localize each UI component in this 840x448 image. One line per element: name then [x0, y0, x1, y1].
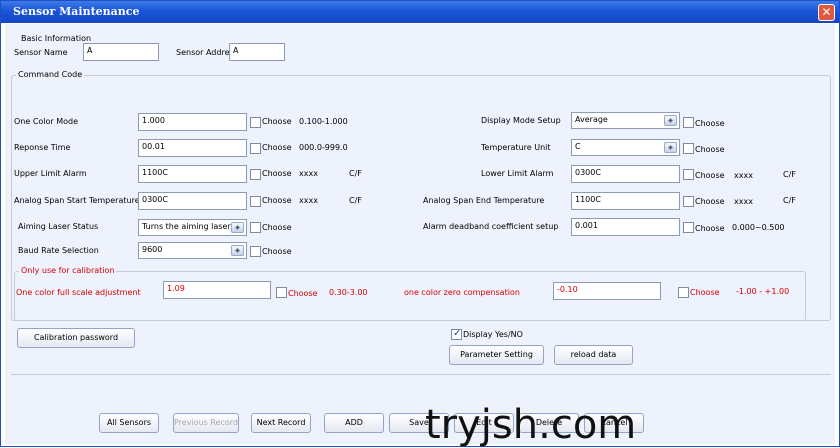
one-color-mode-input[interactable]: 1.000 — [138, 113, 247, 131]
baud-rate-choose-checkbox[interactable] — [250, 246, 261, 257]
choose-label: Choose — [695, 119, 725, 128]
span-end-input[interactable]: 1100C — [571, 192, 680, 210]
span-start-choose-checkbox[interactable] — [250, 196, 261, 207]
response-time-label: Reponse Time — [14, 143, 71, 152]
upper-limit-input[interactable]: 1100C — [138, 165, 247, 183]
zero-comp-range: -1.00 - +1.00 — [736, 287, 790, 296]
response-time-range: 000.0-999.0 — [299, 143, 348, 152]
aiming-laser-choose-checkbox[interactable] — [250, 222, 261, 233]
deadband-choose-checkbox[interactable] — [683, 222, 694, 233]
lower-limit-unit: C/F — [783, 170, 796, 179]
baud-rate-value: 9600 — [142, 245, 163, 254]
choose-label: Choose — [690, 288, 720, 297]
span-start-unit: C/F — [349, 196, 362, 205]
temperature-unit-choose-checkbox[interactable] — [683, 143, 694, 154]
choose-label: Choose — [262, 143, 292, 152]
choose-label: Choose — [695, 197, 725, 206]
span-end-choose-checkbox[interactable] — [683, 196, 694, 207]
one-color-mode-range: 0.100-1.000 — [299, 117, 348, 126]
choose-label: Choose — [262, 247, 292, 256]
sensor-address-input[interactable]: A — [229, 43, 285, 61]
display-mode-select[interactable]: Average ◈ — [571, 112, 680, 129]
full-scale-choose-checkbox[interactable] — [276, 287, 287, 298]
response-time-input[interactable]: 00.01 — [138, 139, 247, 157]
upper-limit-choose-checkbox[interactable] — [250, 169, 261, 180]
temperature-unit-value: C — [575, 142, 581, 151]
span-start-range: xxxx — [299, 196, 318, 205]
zero-comp-label: one color zero compensation — [404, 288, 520, 297]
zero-comp-input[interactable]: -0.10 — [553, 282, 661, 300]
temperature-unit-label: Temperature Unit — [481, 143, 551, 152]
aiming-laser-label: Aiming Laser Status — [18, 222, 99, 231]
full-scale-input[interactable]: 1.09 — [163, 281, 271, 299]
window-title: Sensor Maintenance — [13, 5, 140, 18]
aiming-laser-select[interactable]: Turns the aiming laser o ◈ — [138, 219, 247, 236]
temperature-unit-select[interactable]: C ◈ — [571, 139, 680, 156]
lower-limit-input[interactable]: 0300C — [571, 165, 680, 183]
lower-limit-choose-checkbox[interactable] — [683, 169, 694, 180]
choose-label: Choose — [262, 223, 292, 232]
display-mode-choose-checkbox[interactable] — [683, 117, 694, 128]
full-scale-label: One color full scale adjustment — [16, 288, 141, 297]
all-sensors-button[interactable]: All Sensors — [99, 413, 159, 433]
span-end-range: xxxx — [734, 197, 753, 206]
divider — [11, 374, 831, 375]
choose-label: Choose — [695, 171, 725, 180]
reload-data-button[interactable]: reload data — [554, 345, 633, 365]
span-end-unit: C/F — [783, 196, 796, 205]
sensor-name-input[interactable]: A — [83, 43, 159, 61]
chevron-down-icon[interactable]: ◈ — [664, 142, 677, 153]
parameter-setting-button[interactable]: Parameter Setting — [449, 345, 544, 365]
baud-rate-label: Baud Rate Selection — [18, 246, 99, 255]
display-mode-value: Average — [575, 115, 608, 124]
upper-limit-label: Upper Limit Alarm — [14, 169, 87, 178]
next-record-button[interactable]: Next Record — [251, 413, 311, 433]
chevron-down-icon[interactable]: ◈ — [231, 245, 244, 256]
lower-limit-range: xxxx — [734, 171, 753, 180]
chevron-down-icon[interactable]: ◈ — [231, 222, 244, 233]
lower-limit-label: Lower Limit Alarm — [481, 169, 554, 178]
upper-limit-range: xxxx — [299, 169, 318, 178]
full-scale-range: 0.30-3.00 — [329, 288, 368, 297]
upper-limit-unit: C/F — [349, 169, 362, 178]
span-start-input[interactable]: 0300C — [138, 192, 247, 210]
display-yes-no-label: Display Yes/NO — [463, 330, 523, 339]
aiming-laser-value: Turns the aiming laser o — [142, 222, 239, 231]
display-yes-no-checkbox[interactable] — [451, 328, 462, 340]
choose-label: Choose — [695, 145, 725, 154]
dialog-body: Basic Information Sensor Name A Sensor A… — [5, 24, 835, 448]
span-end-label: Analog Span End Temperature — [423, 196, 545, 205]
calibration-password-button[interactable]: Calibration password — [17, 328, 135, 348]
zero-comp-choose-checkbox[interactable] — [678, 287, 689, 298]
one-color-mode-choose-checkbox[interactable] — [250, 117, 261, 128]
response-time-choose-checkbox[interactable] — [250, 143, 261, 154]
deadband-input[interactable]: 0.001 — [571, 218, 680, 236]
sensor-address-label: Sensor Addre — [176, 48, 230, 57]
calibration-legend: Only use for calibration — [19, 266, 117, 275]
span-start-label: Analog Span Start Temperature — [14, 196, 140, 205]
chevron-down-icon[interactable]: ◈ — [664, 115, 677, 126]
deadband-label: Alarm deadband coefficient setup — [423, 222, 559, 231]
close-icon[interactable]: ✕ — [818, 4, 835, 21]
baud-rate-select[interactable]: 9600 ◈ — [138, 242, 247, 259]
choose-label: Choose — [288, 289, 318, 298]
sensor-name-label: Sensor Name — [14, 48, 68, 57]
basic-info-legend: Basic Information — [19, 34, 94, 43]
command-code-legend: Command Code — [16, 70, 85, 79]
choose-label: Choose — [262, 196, 292, 205]
one-color-mode-label: One Color Mode — [14, 117, 79, 126]
choose-label: Choose — [262, 117, 292, 126]
deadband-range: 0.000~0.500 — [732, 223, 785, 232]
sensor-maintenance-window: Sensor Maintenance ✕ Basic Information S… — [0, 0, 840, 448]
previous-record-button[interactable]: Previous Record — [173, 413, 239, 433]
title-bar[interactable]: Sensor Maintenance ✕ — [1, 1, 839, 23]
choose-label: Choose — [262, 169, 292, 178]
display-mode-label: Display Mode Setup — [481, 116, 561, 125]
add-button[interactable]: ADD — [324, 413, 384, 433]
choose-label: Choose — [695, 224, 725, 233]
watermark-text: tryjsh.com — [425, 402, 637, 448]
